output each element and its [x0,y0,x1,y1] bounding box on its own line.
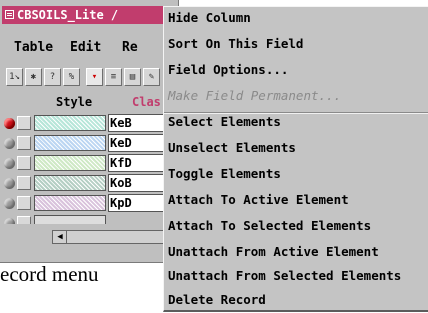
menu-item-attach-selected[interactable]: Attach To Selected Elements [168,215,371,237]
menu-item-unattach-selected[interactable]: Unattach From Selected Elements [168,265,401,287]
menu-item-attach-active[interactable]: Attach To Active Element [168,189,349,211]
menu-item-select-elements[interactable]: Select Elements [168,111,281,133]
menu-item-unselect-elements[interactable]: Unselect Elements [168,137,296,159]
menu-item-toggle-elements[interactable]: Toggle Elements [168,163,281,185]
menu-item-make-field-permanent: Make Field Permanent... [168,88,342,103]
menu-item-field-options[interactable]: Field Options... [168,59,288,81]
context-menu: Hide Column Sort On This Field Field Opt… [163,6,428,312]
menu-item-hide-column[interactable]: Hide Column [168,7,251,29]
menu-item-unattach-active[interactable]: Unattach From Active Element [168,241,379,263]
menu-item-sort-on-field[interactable]: Sort On This Field [168,33,303,55]
menu-item-delete-record[interactable]: Delete Record [168,289,266,311]
